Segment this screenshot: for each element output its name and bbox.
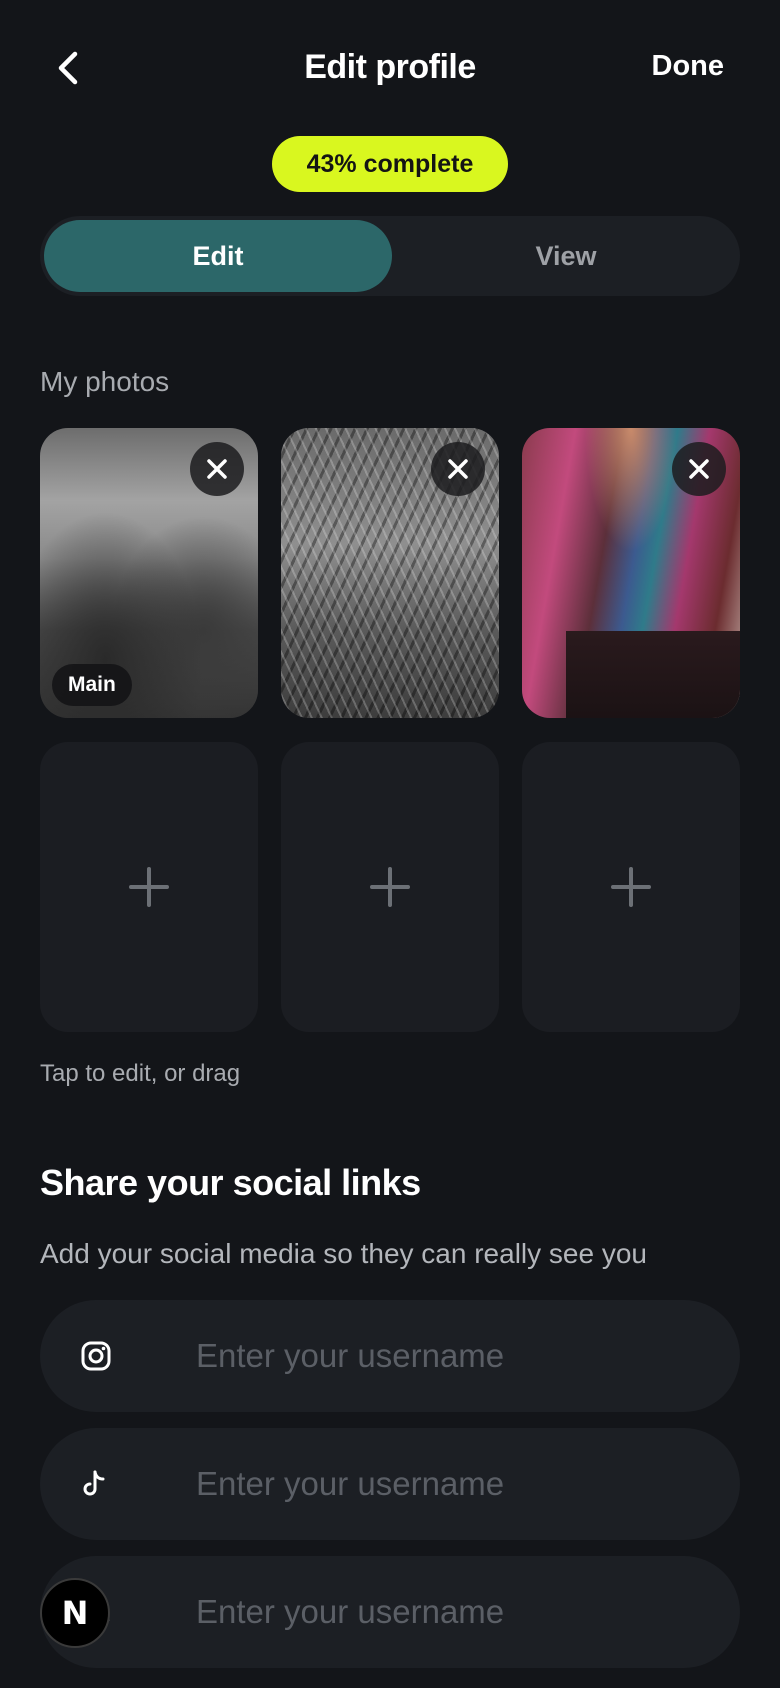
snapchat-field[interactable] — [40, 1556, 740, 1668]
edit-profile-screen: Edit profile Done 43% complete Edit View… — [0, 0, 780, 1688]
social-links-subtitle: Add your social media so they can really… — [40, 1238, 647, 1269]
social-links-heading: Share your social links — [40, 1162, 421, 1203]
add-photo-slot-6[interactable] — [522, 742, 740, 1032]
floating-avatar[interactable]: N — [40, 1578, 110, 1648]
remove-photo-button[interactable] — [190, 442, 244, 496]
tiktok-username-input[interactable] — [196, 1465, 740, 1503]
plus-icon — [611, 867, 651, 907]
close-icon — [207, 459, 227, 479]
close-icon — [689, 459, 709, 479]
instagram-field[interactable] — [40, 1300, 740, 1412]
profile-completion-badge: 43% complete — [272, 136, 508, 192]
done-button[interactable]: Done — [652, 50, 725, 83]
instagram-icon — [80, 1336, 160, 1376]
close-icon — [448, 459, 468, 479]
plus-icon — [129, 867, 169, 907]
tab-view[interactable]: View — [392, 216, 740, 296]
plus-icon — [370, 867, 410, 907]
photo-grid: Main — [40, 428, 740, 1032]
main-photo-badge: Main — [52, 664, 132, 706]
photo-slot-2[interactable] — [281, 428, 499, 718]
tiktok-icon — [80, 1464, 160, 1504]
snapchat-username-input[interactable] — [196, 1593, 740, 1631]
mode-toggle: Edit View — [40, 216, 740, 296]
instagram-username-input[interactable] — [196, 1337, 740, 1375]
remove-photo-button[interactable] — [431, 442, 485, 496]
tiktok-field[interactable] — [40, 1428, 740, 1540]
tab-edit[interactable]: Edit — [44, 220, 392, 292]
photos-section-label: My photos — [40, 366, 170, 397]
add-photo-slot-5[interactable] — [281, 742, 499, 1032]
photo-slot-1[interactable]: Main — [40, 428, 258, 718]
photos-hint: Tap to edit, or drag — [40, 1060, 241, 1087]
photo-slot-3[interactable] — [522, 428, 740, 718]
remove-photo-button[interactable] — [672, 442, 726, 496]
add-photo-slot-4[interactable] — [40, 742, 258, 1032]
